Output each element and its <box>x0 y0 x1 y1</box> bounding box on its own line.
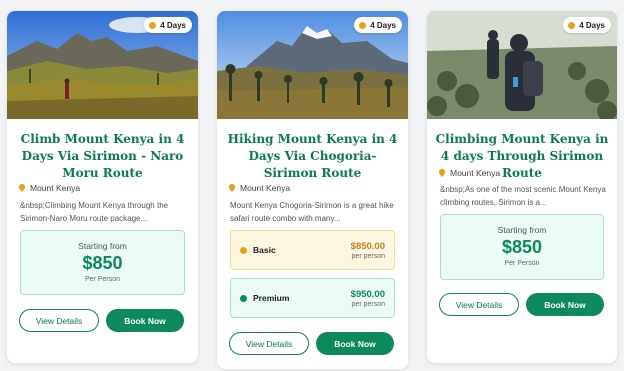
tour-image[interactable]: 4 Days <box>7 11 198 119</box>
tier-price: $950.00 per person <box>351 289 385 308</box>
tour-card[interactable]: 4 Days Climb Mount Kenya in 4 Days Via S… <box>7 11 198 363</box>
view-details-button[interactable]: View Details <box>229 332 309 355</box>
price-unit: Per Person <box>504 260 540 267</box>
tour-title[interactable]: Hiking Mount Kenya in 4 Days Via Chogori… <box>225 131 400 182</box>
pricing-tier-premium: Premium $950.00 per person <box>230 278 395 318</box>
tour-card[interactable]: 4 Days Hiking Mount Kenya in 4 Days Via … <box>217 11 408 369</box>
clock-icon <box>359 21 367 29</box>
tour-description: &nbsp;Climbing Mount Kenya through the S… <box>20 201 169 223</box>
location: Mount Kenya <box>229 183 290 193</box>
location: Mount Kenya <box>19 183 80 193</box>
starting-from-label: Starting from <box>497 225 547 235</box>
tier-name: Premium <box>253 293 290 303</box>
duration-badge: 4 Days <box>563 17 611 33</box>
price-amount: $850 <box>82 253 123 273</box>
location-pin-icon <box>229 184 235 192</box>
price-unit: Per Person <box>84 276 121 283</box>
tier-price: $850.00 per person <box>351 241 385 260</box>
tour-title[interactable]: Climb Mount Kenya in 4 Days Via Sirimon … <box>15 131 190 182</box>
tier-unit: per person <box>351 252 385 260</box>
starting-from-label: Starting from <box>78 241 127 251</box>
book-now-button[interactable]: Book Now <box>106 309 184 332</box>
tour-image[interactable]: 4 Days <box>217 11 408 119</box>
view-details-button[interactable]: View Details <box>439 293 519 316</box>
view-details-button[interactable]: View Details <box>19 309 99 332</box>
tour-card[interactable]: 4 Days Climbing Mount Kenya in 4 days Th… <box>427 11 617 363</box>
book-now-button[interactable]: Book Now <box>526 293 604 316</box>
tour-image[interactable]: 4 Days <box>427 11 617 119</box>
tier-amount: $850.00 <box>350 240 385 252</box>
pricing-tier-basic: Basic $850.00 per person <box>230 230 395 270</box>
price-box: Starting from $850 Per Person <box>440 214 604 280</box>
price-amount: $850 <box>501 237 543 257</box>
book-now-button[interactable]: Book Now <box>316 332 394 355</box>
duration-badge: 4 Days <box>144 17 192 33</box>
clock-icon <box>149 21 157 29</box>
tier-dot-icon <box>240 246 247 254</box>
tier-dot-icon <box>240 294 247 302</box>
tour-description: Mount Kenya Chogoria-Sirimon is a great … <box>230 201 394 223</box>
tier-unit: per person <box>351 300 385 308</box>
location: Mount Kenya <box>439 168 500 178</box>
tier-name: Basic <box>253 245 276 255</box>
clock-icon <box>568 21 576 29</box>
tier-amount: $950.00 <box>350 288 385 300</box>
location-pin-icon <box>439 169 445 177</box>
duration-badge: 4 Days <box>354 17 402 33</box>
location-pin-icon <box>19 184 25 192</box>
tour-description: &nbsp;As one of the most scenic Mount Ke… <box>440 185 606 207</box>
price-box: Starting from $850 Per Person <box>20 230 185 295</box>
